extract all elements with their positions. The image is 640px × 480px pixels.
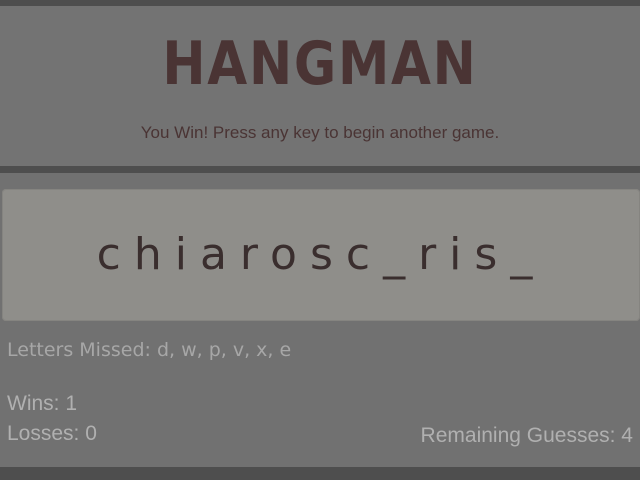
remaining-guesses: Remaining Guesses: 4 xyxy=(420,424,633,447)
header: HANGMAN You Win! Press any key to begin … xyxy=(0,6,640,166)
status-message: You Win! Press any key to begin another … xyxy=(140,123,500,142)
letters-missed: Letters Missed: d, w, p, v, x, e xyxy=(7,339,292,361)
word-panel: chiarosc_ris_ xyxy=(2,189,640,321)
word-display: chiarosc_ris_ xyxy=(96,229,546,280)
losses-count: Losses: 0 xyxy=(7,422,97,445)
wins-count: Wins: 1 xyxy=(7,392,78,415)
middle-divider xyxy=(0,166,640,173)
game-title: HANGMAN xyxy=(162,29,478,99)
bottom-divider xyxy=(0,467,640,480)
